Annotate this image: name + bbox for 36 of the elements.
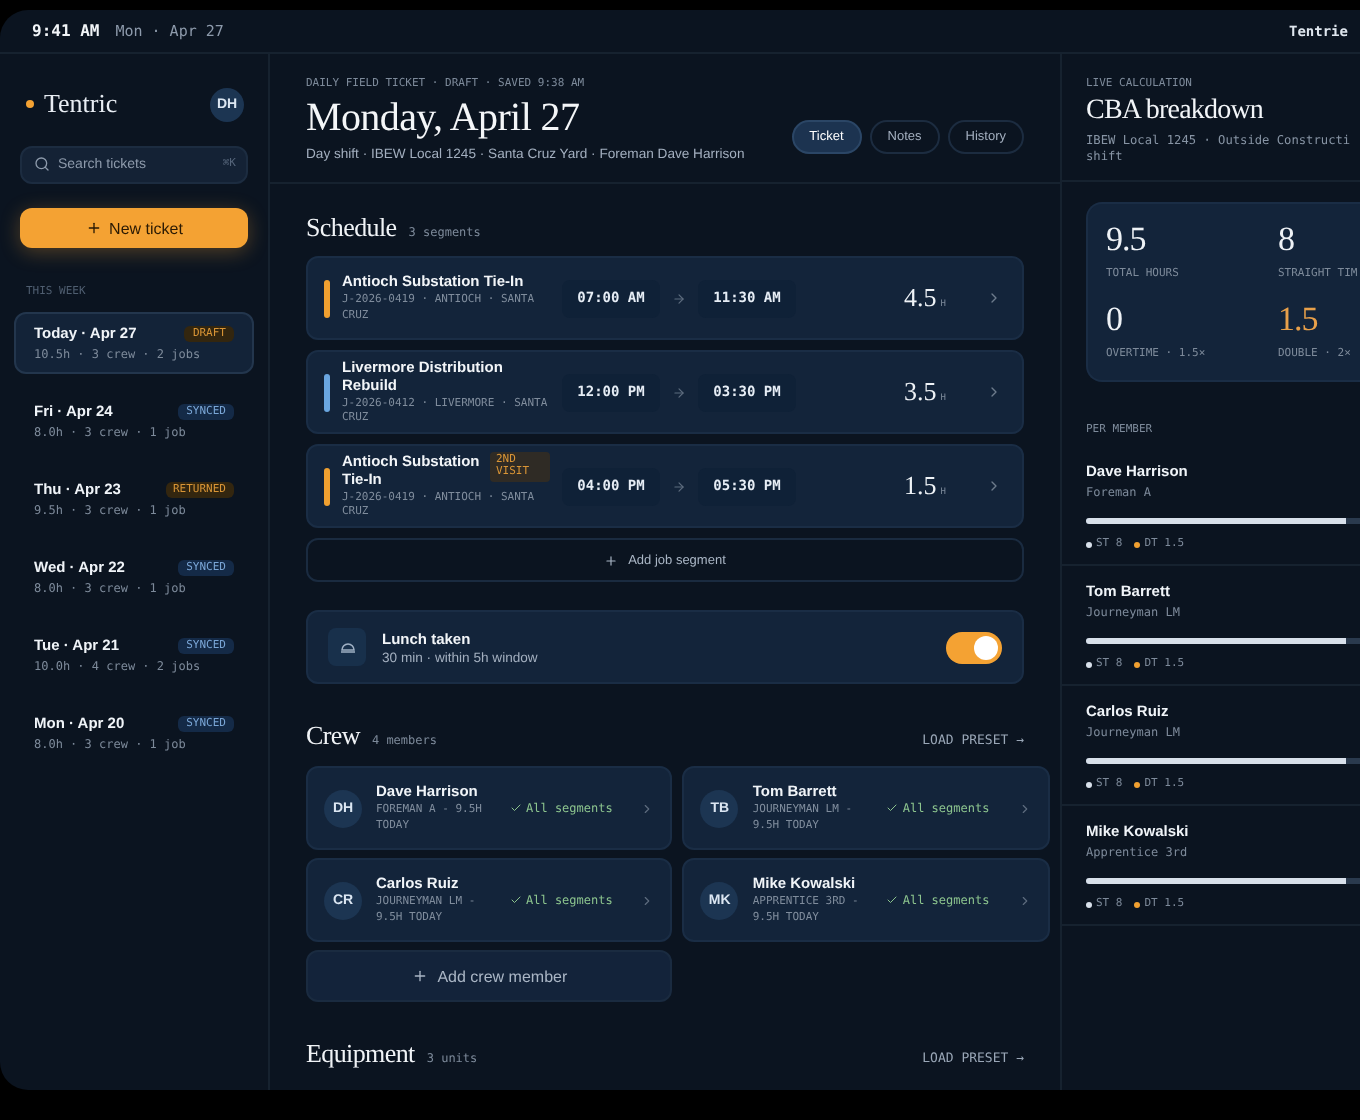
check-icon [510,894,522,906]
lunch-toggle[interactable] [946,631,1002,663]
panel-title: CBA breakdown [1086,96,1266,128]
new-ticket-button[interactable]: New ticket [20,208,248,248]
plus-icon [604,553,619,567]
status-time: 9:41 AM [32,22,100,40]
add-crew-button[interactable]: Add crew member [306,950,673,1002]
plus-icon [85,220,102,236]
segment-hours: 3.5 [904,376,937,408]
stat-value: 1.5 [1278,300,1320,341]
search-icon [34,156,50,172]
chevron-icon [1017,801,1032,815]
stat-value: 8 [1278,220,1296,261]
chevron-icon [640,801,655,815]
segment-hours: 4.5 [904,282,937,314]
check-icon [886,894,899,906]
check-icon [886,802,899,814]
stat-value: 9.5 [1106,220,1148,261]
stat-value: 0 [1106,300,1124,341]
section-title: Equipment [306,1038,415,1070]
plus-icon [411,968,428,984]
logo: Tentric [26,88,118,120]
chevron-icon [1017,893,1032,907]
chevron-icon [986,478,1002,494]
page-title: Monday, April 27 [306,96,582,142]
lunch-icon [328,628,366,666]
segment-hours: 1.5 [904,470,937,502]
arrow-icon [672,479,686,493]
arrow-icon [672,291,686,305]
chevron-icon [986,290,1002,306]
chevron-icon [640,893,655,907]
section-title: Crew [306,720,360,752]
arrow-icon [672,385,686,399]
check-icon [510,802,522,814]
section-title: Schedule [306,212,397,244]
chevron-icon [986,384,1002,400]
